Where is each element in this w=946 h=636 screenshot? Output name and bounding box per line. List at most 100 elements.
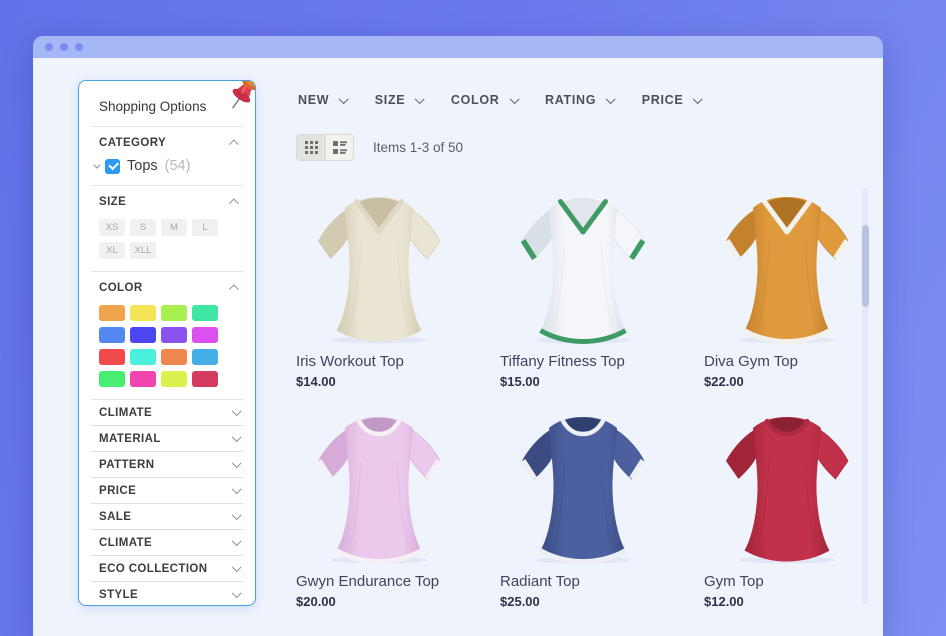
chevron-down-icon — [93, 161, 100, 168]
chevron-down-icon — [232, 406, 241, 415]
section-label: SALE — [99, 511, 131, 523]
color-swatch-12[interactable] — [192, 349, 218, 365]
list-view-button[interactable] — [325, 135, 353, 160]
product-price: $25.00 — [500, 594, 692, 609]
chevron-up-icon — [229, 285, 238, 294]
section-header-color[interactable]: COLOR — [91, 272, 243, 303]
product-title[interactable]: Tiffany Fitness Top — [500, 353, 692, 370]
product-image[interactable] — [707, 180, 867, 345]
chevron-down-icon — [232, 484, 241, 493]
filter-label: NEW — [298, 93, 329, 107]
section-header-material[interactable]: MATERIAL — [91, 426, 243, 452]
color-swatch-9[interactable] — [99, 349, 125, 365]
product-title[interactable]: Radiant Top — [500, 573, 692, 590]
chevron-down-icon — [232, 536, 241, 545]
size-option-xll[interactable]: XLL — [130, 242, 156, 259]
color-swatches — [91, 303, 223, 399]
browser-window: Shopping Options CATEGORY Tops (54) SIZE… — [33, 36, 883, 636]
color-swatch-13[interactable] — [99, 371, 125, 387]
section-header-price[interactable]: PRICE — [91, 478, 243, 504]
section-header-size[interactable]: SIZE — [91, 186, 243, 217]
size-option-xs[interactable]: XS — [99, 219, 125, 236]
chevron-down-icon — [415, 94, 424, 103]
product-image[interactable] — [503, 400, 663, 565]
tops-checkbox[interactable] — [105, 159, 120, 174]
product-card: Diva Gym Top$22.00 — [704, 180, 883, 389]
product-image[interactable] — [707, 400, 867, 565]
filter-dropdown-rating[interactable]: RATING — [545, 93, 613, 107]
section-label: SIZE — [99, 196, 126, 208]
size-option-s[interactable]: S — [130, 219, 156, 236]
section-label: STYLE — [99, 589, 138, 601]
view-mode-toggle — [296, 134, 354, 161]
chevron-down-icon — [606, 94, 615, 103]
product-image[interactable] — [503, 180, 663, 345]
view-toolbar: Items 1-3 of 50 — [296, 134, 463, 161]
section-header-category[interactable]: CATEGORY — [91, 127, 243, 158]
section-label: CATEGORY — [99, 137, 166, 149]
section-header-climate[interactable]: CLIMATE — [91, 530, 243, 556]
color-swatch-6[interactable] — [130, 327, 156, 343]
size-option-m[interactable]: M — [161, 219, 187, 236]
size-option-l[interactable]: L — [192, 219, 218, 236]
color-swatch-5[interactable] — [99, 327, 125, 343]
color-swatch-1[interactable] — [99, 305, 125, 321]
product-card: Gym Top$12.00 — [704, 400, 883, 609]
color-swatch-7[interactable] — [161, 327, 187, 343]
size-option-xl[interactable]: XL — [99, 242, 125, 259]
color-swatch-14[interactable] — [130, 371, 156, 387]
scrollbar-track[interactable] — [862, 188, 868, 604]
section-header-sale[interactable]: SALE — [91, 504, 243, 530]
chevron-down-icon — [232, 458, 241, 467]
product-grid: Iris Workout Top$14.00Tiffany Fitness To… — [296, 180, 883, 636]
color-swatch-11[interactable] — [161, 349, 187, 365]
product-image[interactable] — [299, 400, 459, 565]
section-header-pattern[interactable]: PATTERN — [91, 452, 243, 478]
color-swatch-10[interactable] — [130, 349, 156, 365]
window-dot-1[interactable] — [45, 43, 53, 51]
shopping-options-panel: Shopping Options CATEGORY Tops (54) SIZE… — [78, 80, 256, 606]
filter-label: RATING — [545, 93, 596, 107]
color-swatch-8[interactable] — [192, 327, 218, 343]
product-title[interactable]: Gym Top — [704, 573, 883, 590]
product-price: $15.00 — [500, 374, 692, 389]
product-title[interactable]: Diva Gym Top — [704, 353, 883, 370]
grid-view-icon — [305, 141, 318, 154]
color-swatch-15[interactable] — [161, 371, 187, 387]
window-dot-2[interactable] — [60, 43, 68, 51]
filter-dropdown-size[interactable]: SIZE — [375, 93, 422, 107]
collapsed-sections: CLIMATEMATERIALPATTERNPRICESALECLIMATEEC… — [91, 399, 243, 606]
filter-label: COLOR — [451, 93, 500, 107]
list-view-icon — [333, 141, 347, 154]
filter-label: SIZE — [375, 93, 406, 107]
section-header-climate[interactable]: CLIMATE — [91, 400, 243, 426]
product-title[interactable]: Iris Workout Top — [296, 353, 488, 370]
window-dot-3[interactable] — [75, 43, 83, 51]
color-swatch-4[interactable] — [192, 305, 218, 321]
section-header-style[interactable]: STYLE — [91, 582, 243, 606]
category-item-label: Tops — [127, 158, 158, 174]
color-swatch-3[interactable] — [161, 305, 187, 321]
product-card: Tiffany Fitness Top $15.00 — [500, 180, 692, 389]
color-swatch-16[interactable] — [192, 371, 218, 387]
chevron-up-icon — [229, 140, 238, 149]
filter-dropdown-price[interactable]: PRICE — [642, 93, 700, 107]
scrollbar-thumb[interactable] — [862, 225, 869, 307]
chevron-down-icon — [232, 562, 241, 571]
filter-label: PRICE — [642, 93, 684, 107]
chevron-down-icon — [510, 94, 519, 103]
section-label: PRICE — [99, 485, 136, 497]
product-title[interactable]: Gwyn Endurance Top — [296, 573, 488, 590]
product-image[interactable] — [299, 180, 459, 345]
filter-dropdown-color[interactable]: COLOR — [451, 93, 516, 107]
filter-dropdown-new[interactable]: NEW — [298, 93, 346, 107]
category-item-tops[interactable]: Tops (54) — [91, 158, 243, 185]
color-swatch-2[interactable] — [130, 305, 156, 321]
chevron-down-icon — [232, 588, 241, 597]
category-item-count: (54) — [165, 158, 191, 174]
section-label: MATERIAL — [99, 433, 161, 445]
grid-view-button[interactable] — [297, 135, 325, 160]
section-header-eco-collection[interactable]: ECO COLLECTION — [91, 556, 243, 582]
items-count: Items 1-3 of 50 — [373, 140, 463, 155]
window-titlebar — [33, 36, 883, 58]
